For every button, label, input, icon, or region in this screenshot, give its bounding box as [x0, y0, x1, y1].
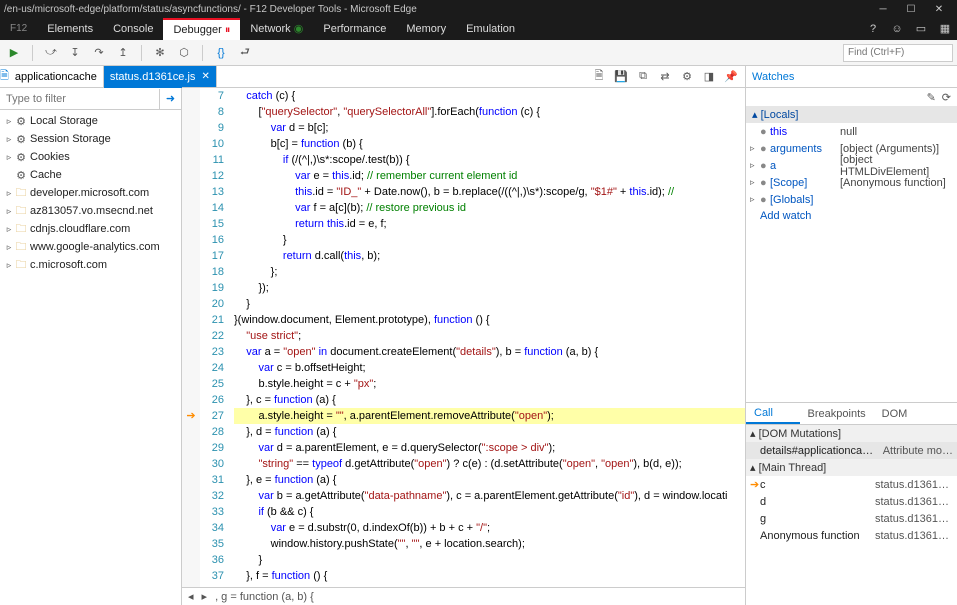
tree-domain[interactable]: ▹🗀www.google-analytics.com	[0, 238, 181, 256]
sourcemap-button[interactable]: ⧉	[633, 68, 653, 86]
tree-cache[interactable]: ⚙Cache	[0, 166, 181, 184]
file-tab-applicationcache[interactable]: applicationcache	[9, 66, 104, 88]
find-input[interactable]	[843, 44, 953, 62]
break-new-worker-button[interactable]: ✻	[150, 43, 170, 63]
feedback-icon[interactable]: ☺	[885, 18, 909, 40]
right-pane: Watches ✎ ⟳ ▴ [Locals] ●thisnull▹●argume…	[745, 66, 957, 605]
callstack-panel: ▴ [DOM Mutations] details#applicationcac…	[746, 425, 957, 605]
tab-debugger[interactable]: Debugger ⏸	[163, 18, 240, 40]
tab-breakpoints[interactable]: Breakpoints	[800, 403, 874, 424]
callstack-row[interactable]: ➔cstatus.d1361c…	[746, 476, 957, 493]
code-status-bar: ◂ ▸ , g = function (a, b) {	[182, 587, 745, 605]
open-file-button[interactable]: 🗎	[589, 68, 609, 86]
word-wrap-button[interactable]: ⮐	[235, 43, 255, 63]
watch-row[interactable]: ●thisnull	[746, 123, 957, 140]
tree-domain[interactable]: ▹🗀c.microsoft.com	[0, 256, 181, 274]
watch-row[interactable]: ▹●[Scope][Anonymous function]	[746, 174, 957, 191]
panel-tabs: Call stack Breakpoints DOM breakpoints	[746, 403, 957, 425]
tree-session-storage[interactable]: ▹⚙Session Storage	[0, 130, 181, 148]
resource-tree: ▹⚙Local Storage ▹⚙Session Storage ▹⚙Cook…	[0, 110, 181, 605]
tab-dom-breakpoints[interactable]: DOM breakpoints	[874, 403, 957, 424]
step-into-button[interactable]: ↧	[65, 43, 85, 63]
nav-left-icon[interactable]: ◂	[188, 590, 194, 603]
callstack-group[interactable]: ▴ [DOM Mutations]	[746, 425, 957, 442]
files-icon[interactable]: 🗎	[0, 67, 9, 86]
left-pane: 🗎 applicationcache status.d1361ce.js✕ ➜ …	[0, 66, 182, 605]
recording-icon: ◉	[294, 23, 304, 35]
tree-cookies[interactable]: ▹⚙Cookies	[0, 148, 181, 166]
refresh-watch-icon[interactable]: ⟳	[942, 91, 951, 104]
break-button[interactable]: ⤻	[41, 43, 61, 63]
watches-body: ▴ [Locals] ●thisnull▹●arguments[object (…	[746, 106, 957, 403]
tab-console[interactable]: Console	[103, 18, 163, 40]
save-button[interactable]: 💾	[611, 68, 631, 86]
window-title: /en-us/microsoft-edge/platform/status/as…	[4, 4, 869, 15]
titlebar: /en-us/microsoft-edge/platform/status/as…	[0, 0, 957, 18]
debug-toolbar: ▶ ⤻ ↧ ↷ ↥ ✻ ⬡ {} ⮐	[0, 40, 957, 66]
tree-domain[interactable]: ▹🗀az813057.vo.msecnd.net	[0, 202, 181, 220]
menubar: F12 Elements Console Debugger ⏸ Network …	[0, 18, 957, 40]
continue-button[interactable]: ▶	[4, 43, 24, 63]
close-button[interactable]: ✕	[925, 4, 953, 15]
tab-performance[interactable]: Performance	[313, 18, 396, 40]
callstack-row[interactable]: gstatus.d1361c…	[746, 510, 957, 527]
scope-locals[interactable]: ▴ [Locals]	[746, 106, 957, 123]
tab-f12[interactable]: F12	[0, 18, 37, 40]
callstack-row[interactable]: details#applicationcache > div.w… Attrib…	[746, 442, 957, 459]
tab-network-label: Network	[250, 23, 290, 35]
watches-header[interactable]: Watches	[746, 66, 957, 88]
help-icon[interactable]: ?	[861, 18, 885, 40]
callstack-group[interactable]: ▴ [Main Thread]	[746, 459, 957, 476]
exception-button[interactable]: ⬡	[174, 43, 194, 63]
tab-callstack[interactable]: Call stack	[746, 403, 800, 424]
options-button[interactable]: ⚙	[677, 68, 697, 86]
tree-domain[interactable]: ▹🗀developer.microsoft.com	[0, 184, 181, 202]
code-editor[interactable]: ➔ 78910111213141516171819202122232425262…	[182, 88, 745, 587]
nav-right-icon[interactable]: ▸	[202, 590, 208, 603]
compare-button[interactable]: ⇄	[655, 68, 675, 86]
watch-row[interactable]: ▹●a[object HTMLDivElement]	[746, 157, 957, 174]
step-out-button[interactable]: ↥	[113, 43, 133, 63]
add-watch-link[interactable]: Add watch	[746, 208, 957, 224]
tab-network[interactable]: Network ◉	[240, 18, 313, 40]
maximize-button[interactable]: ☐	[897, 4, 925, 15]
undock-icon[interactable]: ▭	[909, 18, 933, 40]
pretty-print-button[interactable]: {}	[211, 43, 231, 63]
tab-emulation[interactable]: Emulation	[456, 18, 525, 40]
filter-go-button[interactable]: ➜	[159, 89, 181, 109]
code-toolbar: 🗎 💾 ⧉ ⇄ ⚙ ◨ 📌	[182, 66, 745, 88]
watch-row[interactable]: ▹●[Globals]	[746, 191, 957, 208]
pause-indicator-icon: ⏸	[225, 24, 231, 36]
filter-input[interactable]	[0, 89, 159, 109]
code-pane: 🗎 💾 ⧉ ⇄ ⚙ ◨ 📌 ➔ 789101112131415161718192…	[182, 66, 745, 605]
status-text: , g = function (a, b) {	[215, 591, 314, 603]
add-watch-icon[interactable]: ✎	[927, 91, 936, 104]
file-tab-label: applicationcache	[15, 71, 97, 83]
step-over-button[interactable]: ↷	[89, 43, 109, 63]
callstack-row[interactable]: Anonymous functionstatus.d1361c…	[746, 527, 957, 544]
tree-local-storage[interactable]: ▹⚙Local Storage	[0, 112, 181, 130]
minimize-button[interactable]: ─	[869, 4, 897, 15]
pin-button[interactable]: 📌	[721, 68, 741, 86]
callstack-row[interactable]: dstatus.d1361c…	[746, 493, 957, 510]
file-tabs: 🗎 applicationcache status.d1361ce.js✕	[0, 66, 181, 88]
tab-elements[interactable]: Elements	[37, 18, 103, 40]
tab-debugger-label: Debugger	[173, 24, 221, 36]
tab-memory[interactable]: Memory	[396, 18, 456, 40]
pick-element-button[interactable]: ◨	[699, 68, 719, 86]
tree-domain[interactable]: ▹🗀cdnjs.cloudflare.com	[0, 220, 181, 238]
dock-icon[interactable]: ▦	[933, 18, 957, 40]
